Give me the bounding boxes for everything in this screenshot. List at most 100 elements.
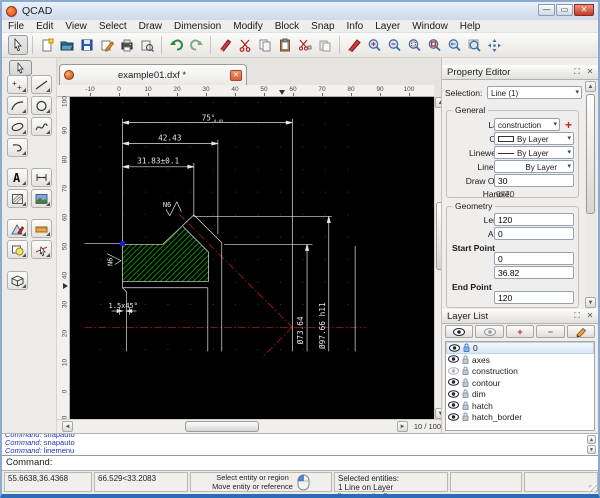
close-button[interactable]: ✕ [574,4,594,16]
erase-button[interactable] [215,35,235,55]
property-editor-titlebar[interactable]: Property Editor ⛶ ✕ [442,65,598,80]
hscroll-thumb[interactable] [185,421,259,432]
dock-float-icon[interactable]: ⛶ [572,311,582,321]
layer-visible-icon[interactable] [448,413,459,421]
color-combo[interactable]: By Layer [494,132,574,145]
dock-close-icon[interactable]: ✕ [585,311,595,321]
menu-edit[interactable]: Edit [30,21,59,32]
pointer-tool-button[interactable] [8,35,28,55]
minimize-button[interactable]: — [538,4,555,16]
text-tool-button[interactable]: A [7,168,28,187]
menu-file[interactable]: File [2,21,30,32]
menu-block[interactable]: Block [269,21,305,32]
measure-tool-button[interactable] [31,219,52,238]
menu-dimension[interactable]: Dimension [168,21,227,32]
menu-select[interactable]: Select [93,21,133,32]
layer-lock-icon[interactable] [462,355,469,364]
layer-combo[interactable]: construction [494,118,560,131]
add-layer-button[interactable]: + [506,325,534,338]
palette-pointer-button[interactable] [9,60,32,76]
layer-visible-icon[interactable] [448,390,459,398]
layer-row-hatch-border[interactable]: hatch_border [446,411,594,423]
layer-lock-icon[interactable] [462,401,469,410]
redo-button[interactable] [186,35,206,55]
layer-row-axes[interactable]: axes [446,354,594,366]
undo-button[interactable] [166,35,186,55]
length-input[interactable] [494,213,574,226]
layer-lock-icon[interactable] [462,378,469,387]
selection-combo[interactable]: Line (1) [487,86,582,99]
menu-info[interactable]: Info [341,21,370,32]
image-tool-button[interactable] [31,189,52,208]
layer-row-0[interactable]: 0 [446,342,594,354]
layer-lock-icon[interactable] [462,389,469,398]
menu-modify[interactable]: Modify [227,21,268,32]
scroll-right-icon[interactable]: ► [397,421,408,432]
document-tab[interactable]: example01.dxf * ✕ [59,64,247,85]
save-button[interactable] [77,35,97,55]
circle-tool-button[interactable] [31,96,52,115]
start-x-input[interactable] [494,252,574,265]
resize-grip[interactable] [589,485,597,493]
show-all-layers-button[interactable] [445,325,473,338]
prop-scroll-thumb[interactable] [586,94,595,214]
layer-list-titlebar[interactable]: Layer List ⛶ ✕ [442,309,598,324]
cut-button[interactable] [235,35,255,55]
zoom-out-button[interactable] [384,35,404,55]
hatch-tool-button[interactable] [7,189,28,208]
layer-row-dim[interactable]: dim [446,388,594,400]
menu-draw[interactable]: Draw [133,21,168,32]
layer-visible-icon[interactable] [448,355,459,363]
polyline-tool-button[interactable] [7,138,28,157]
layer-lock-icon[interactable] [462,412,469,421]
scroll-down-icon[interactable]: ▼ [585,297,596,308]
zoom-in-button[interactable] [364,35,384,55]
point-tool-button[interactable]: ++ [7,75,28,94]
paste-button[interactable] [275,35,295,55]
command-history[interactable]: Command: snapauto Command: snapauto Comm… [2,433,598,455]
cut-reference-button[interactable] [295,35,315,55]
zoom-window-button[interactable] [404,35,424,55]
scroll-up-icon[interactable]: ▲ [585,81,596,92]
maximize-button[interactable]: ▭ [556,4,573,16]
hide-all-layers-button[interactable] [475,325,503,338]
new-file-button[interactable] [37,35,57,55]
dock-close-icon[interactable]: ✕ [585,67,595,77]
pan-button[interactable] [484,35,504,55]
tab-close-icon[interactable]: ✕ [230,70,242,81]
menu-snap[interactable]: Snap [305,21,340,32]
title-bar[interactable]: QCAD — ▭ ✕ [2,2,598,20]
dock-float-icon[interactable]: ⛶ [572,67,582,77]
end-x-input[interactable] [494,291,574,304]
zoom-selection-button[interactable] [464,35,484,55]
menu-layer[interactable]: Layer [369,21,406,32]
layer-row-contour[interactable]: contour [446,377,594,389]
layer-row-hatch[interactable]: hatch [446,400,594,412]
start-y-input[interactable] [494,266,574,279]
scroll-up-icon[interactable]: ▲ [587,435,596,444]
canvas-horizontal-scrollbar[interactable]: ◄ ► 10 / 100 [57,419,445,433]
layer-visible-icon[interactable] [449,344,460,352]
layer-lock-icon[interactable] [462,366,469,375]
draworder-input[interactable] [494,174,574,187]
history-scrollbar[interactable]: ▲ ▼ [587,435,596,454]
edit-layer-button[interactable] [567,325,595,338]
command-input-line[interactable]: Command: [2,455,598,470]
menu-window[interactable]: Window [406,21,454,32]
modify-tool-button[interactable] [7,219,28,238]
menu-help[interactable]: Help [454,21,487,32]
dimension-tool-button[interactable] [31,168,52,187]
copy-reference-button[interactable] [315,35,335,55]
viewport-3d-button[interactable] [7,271,28,290]
block-tool-button[interactable] [7,240,28,259]
layer-row-construction[interactable]: construction [446,365,594,377]
zoom-auto-button[interactable] [424,35,444,55]
scroll-left-icon[interactable]: ◄ [62,421,73,432]
linetype-combo[interactable]: By Layer [494,160,574,173]
selection-reference-marker[interactable] [120,241,125,246]
open-file-button[interactable] [57,35,77,55]
zoom-previous-button[interactable] [444,35,464,55]
layer-lock-icon[interactable] [463,343,470,352]
layer-visible-icon[interactable] [448,401,459,409]
property-editor-scrollbar[interactable]: ▲ ▼ [585,81,597,308]
